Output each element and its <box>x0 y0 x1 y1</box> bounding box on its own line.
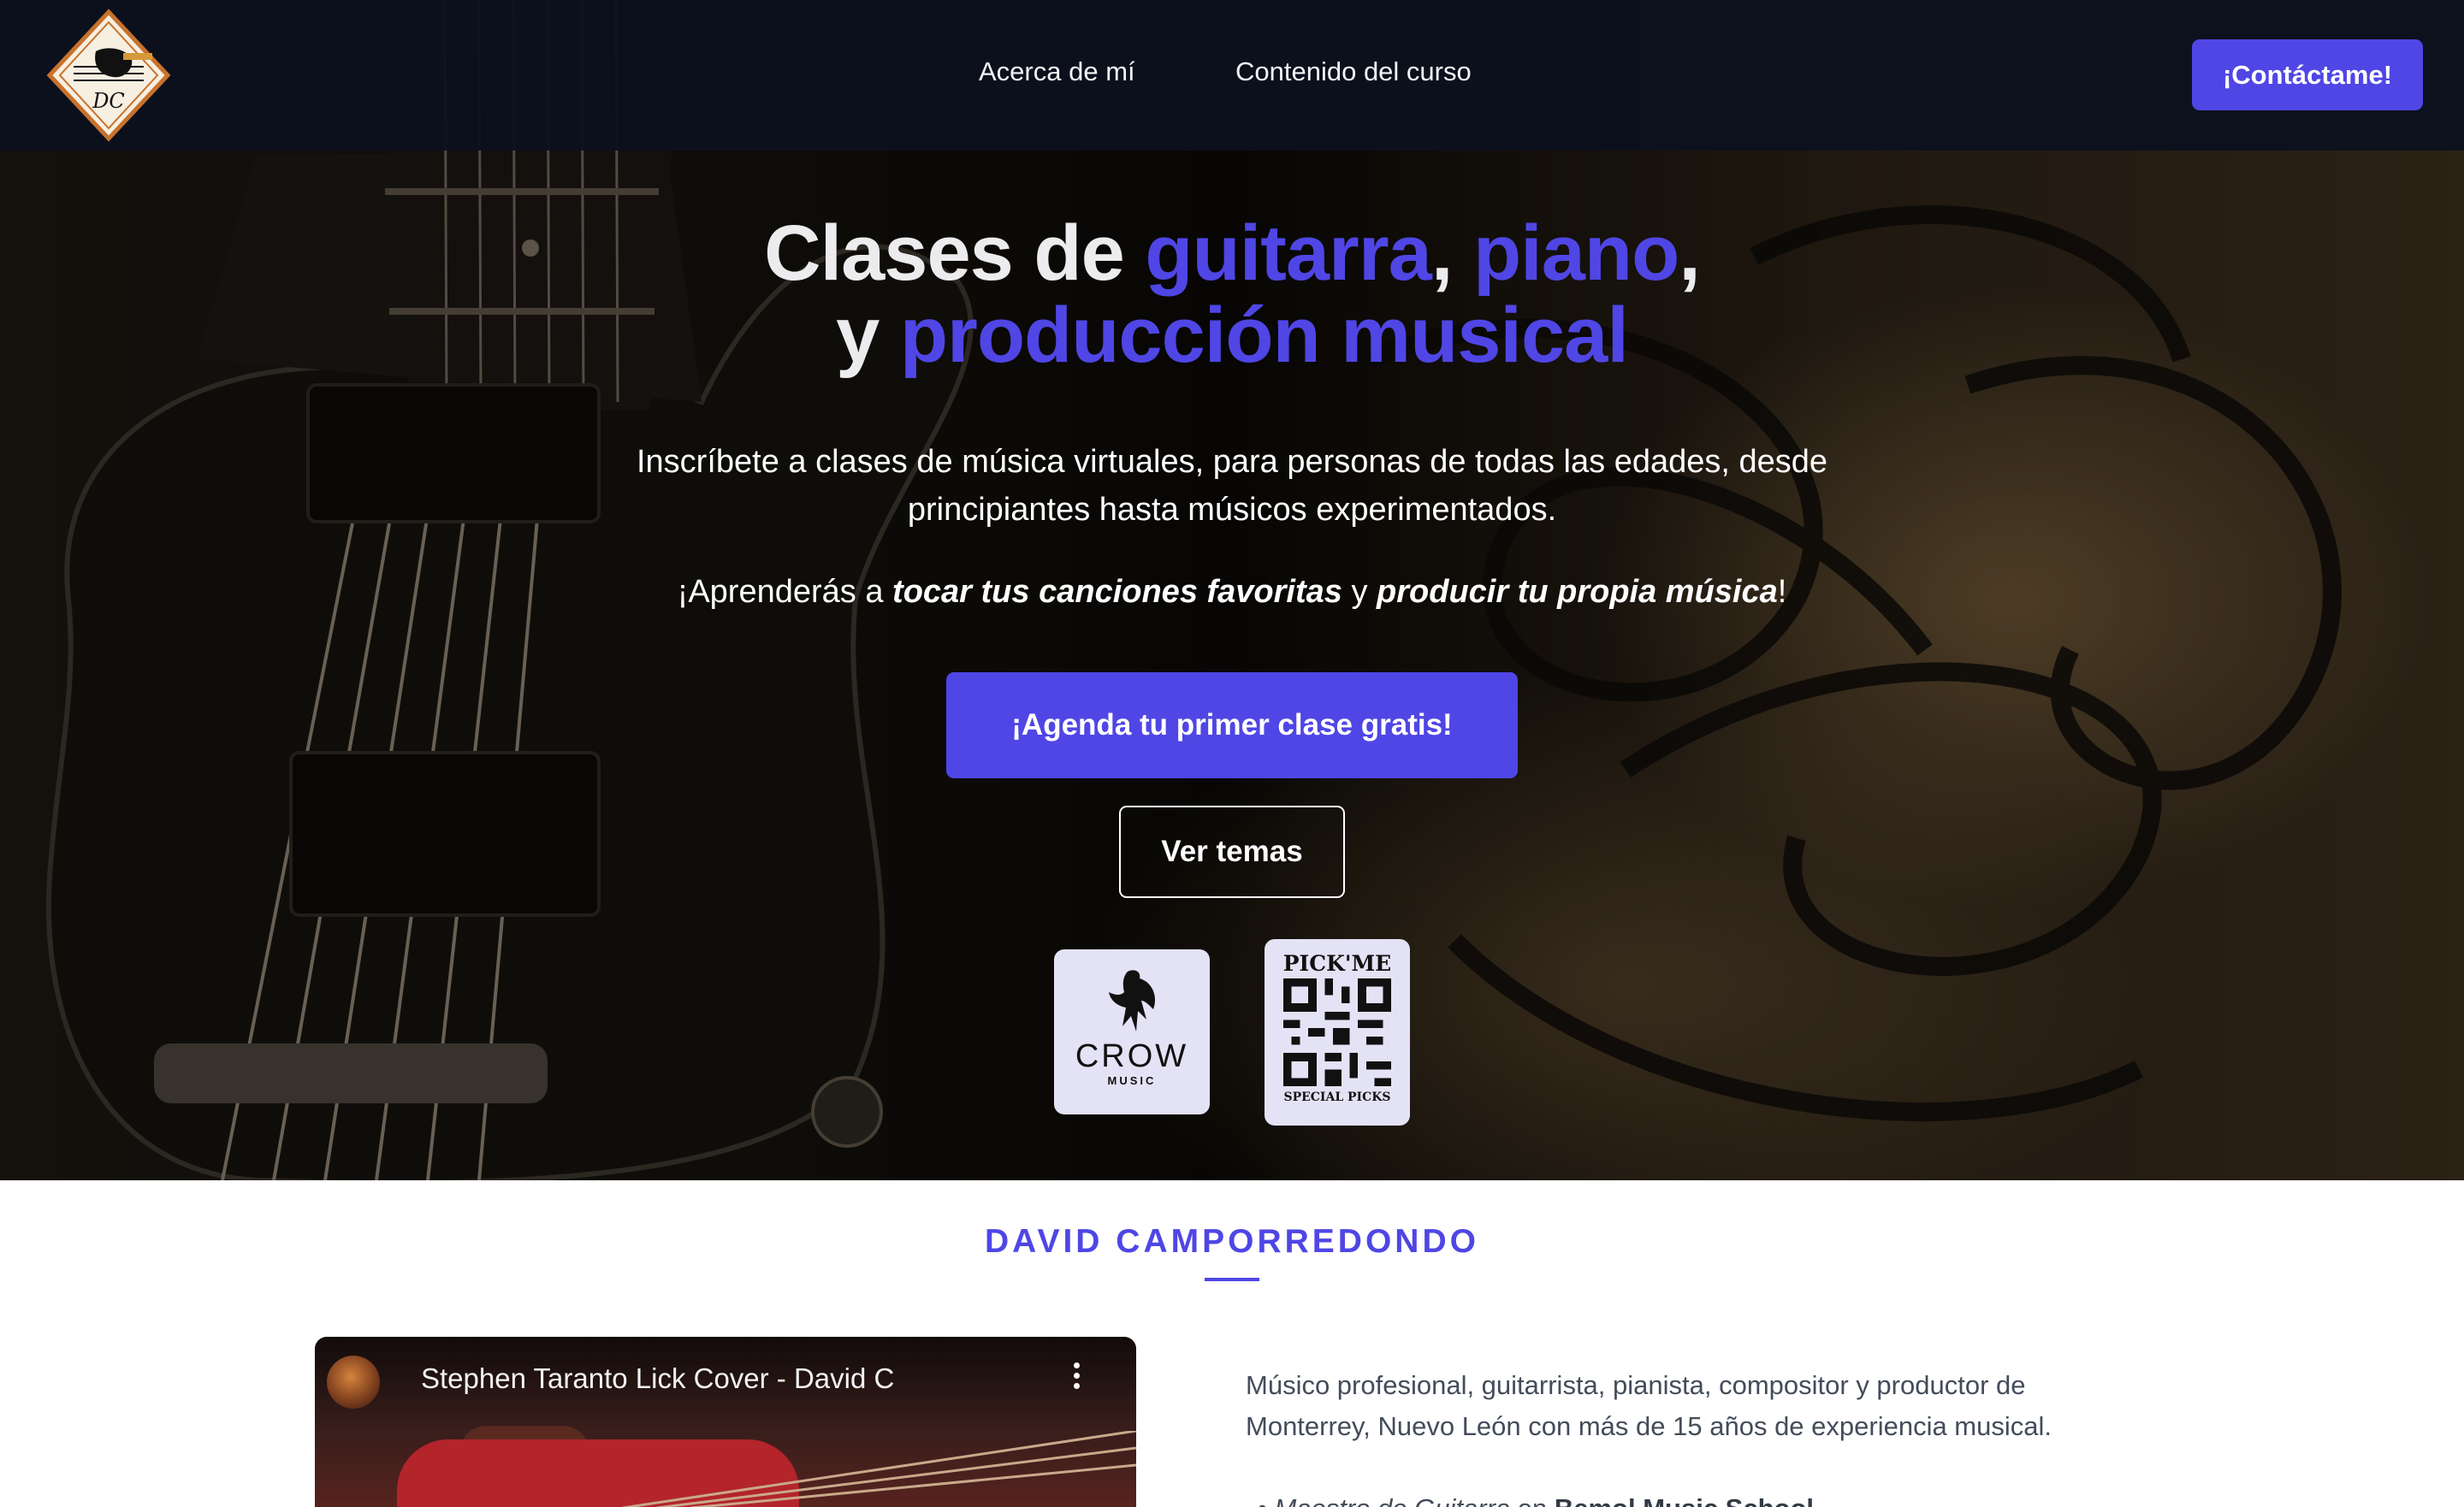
crow-bird-icon <box>1109 970 1156 1031</box>
headline-line2-prefix: y <box>836 292 900 379</box>
title-underline <box>1205 1278 1259 1281</box>
svg-text:DC: DC <box>92 89 125 113</box>
video-title[interactable]: Stephen Taranto Lick Cover - David C <box>421 1362 894 1395</box>
hero-headline: Clases de guitarra, piano, y producción … <box>0 212 2464 376</box>
bio-paragraph: Músico profesional, guitarrista, pianist… <box>1246 1370 2052 1441</box>
headline-piano: piano <box>1472 210 1679 297</box>
sub-part-1: ¡Aprenderás a <box>677 574 893 610</box>
video-embed[interactable]: Stephen Taranto Lick Cover - David C <box>315 1337 1136 1507</box>
top-navbar: DC Acerca de mí Contenido del curso ¡Con… <box>0 0 2464 151</box>
headline-production: producción musical <box>899 292 1629 379</box>
contact-button[interactable]: ¡Contáctame! <box>2192 39 2423 110</box>
nav-link-course-content[interactable]: Contenido del curso <box>1235 56 1472 87</box>
sub-part-3: ! <box>1777 574 1787 610</box>
bio-list-item: • Maestro de Guitarra en Bemol Music Sch… <box>1258 1488 2028 1507</box>
video-menu-icon[interactable] <box>1068 1362 1085 1397</box>
book-free-class-button[interactable]: ¡Agenda tu primer clase gratis! <box>946 672 1518 778</box>
crow-subtitle: MUSIC <box>1107 1074 1157 1087</box>
crow-music-badge[interactable]: CROW MUSIC <box>1054 949 1210 1114</box>
about-section-title: DAVID CAMPORREDONDO <box>985 1223 1479 1260</box>
headline-guitar: guitarra <box>1145 210 1432 297</box>
qr-code-icon <box>1283 978 1391 1086</box>
pickme-badge[interactable]: PICK'ME SPECIAL PICKS <box>1265 939 1410 1126</box>
hero-lead-text: Inscríbete a clases de música virtuales,… <box>636 444 1828 528</box>
channel-avatar[interactable] <box>327 1356 380 1409</box>
sub-emphasis-1: tocar tus canciones favoritas <box>892 574 1342 610</box>
bio-place: Bemol Music School <box>1555 1493 1814 1507</box>
pickme-title: PICK'ME <box>1282 951 1392 976</box>
headline-prefix: Clases de <box>764 210 1146 297</box>
sub-part-2: y <box>1342 574 1377 610</box>
headline-separator: , <box>1430 210 1473 297</box>
pickme-subtitle: SPECIAL PICKS <box>1283 1090 1391 1104</box>
bio-role: Maestro de Guitarra <box>1274 1493 1510 1507</box>
headline-comma: , <box>1679 210 1701 297</box>
hero-sub-text: ¡Aprenderás a tocar tus canciones favori… <box>0 568 2464 616</box>
video-guitar-strings <box>623 1431 1136 1507</box>
sub-emphasis-2: producir tu propia música <box>1377 574 1778 610</box>
bio-connector: en <box>1510 1493 1555 1507</box>
dc-guitar-logo-icon[interactable]: DC <box>44 7 173 144</box>
view-topics-button[interactable]: Ver temas <box>1119 806 1345 898</box>
nav-link-about[interactable]: Acerca de mí <box>979 56 1135 87</box>
crow-wordmark: CROW <box>1075 1038 1189 1074</box>
